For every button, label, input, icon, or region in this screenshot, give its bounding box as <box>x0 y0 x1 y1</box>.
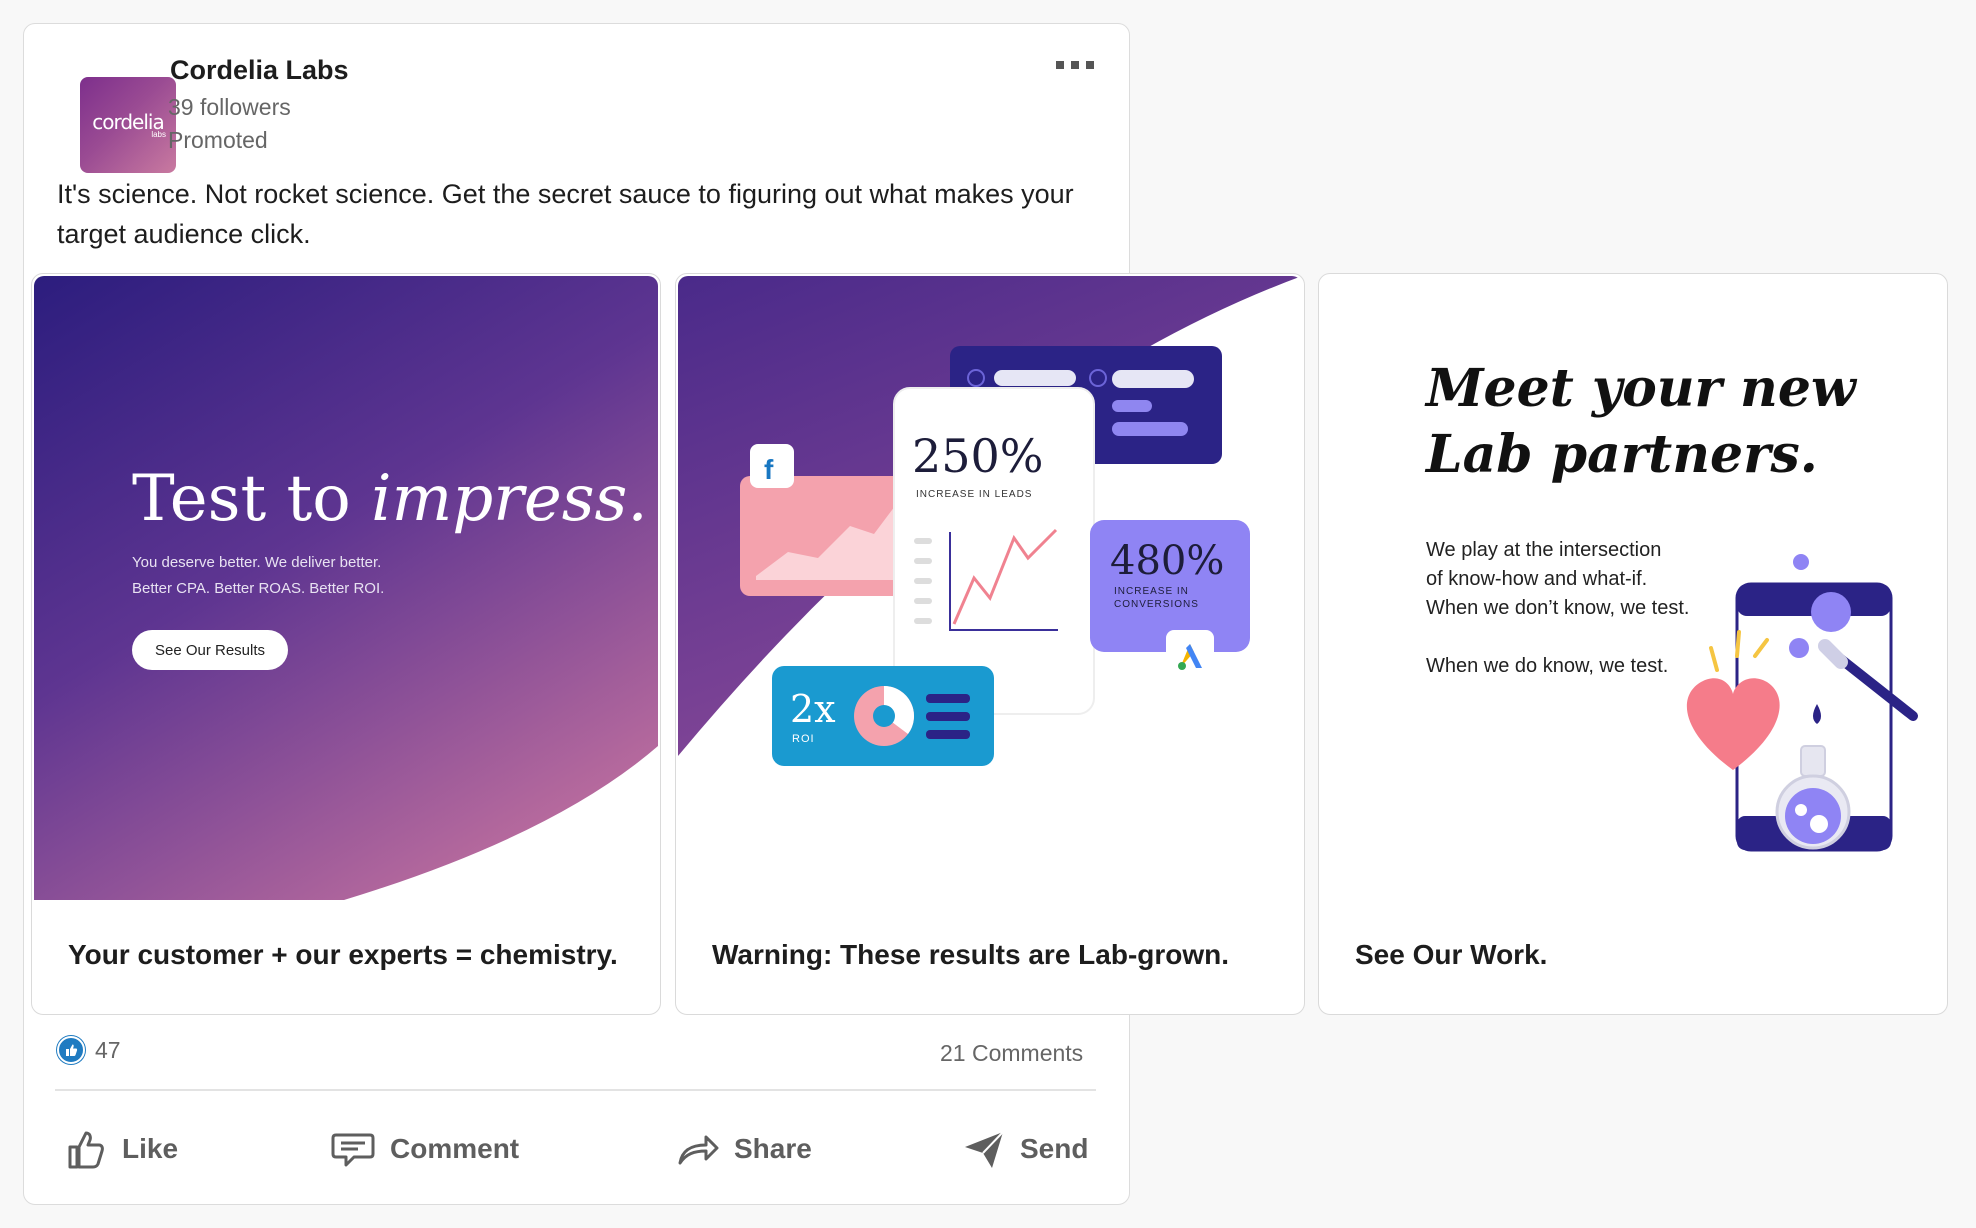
like-reaction-icon <box>57 1036 85 1064</box>
send-paper-plane-icon <box>965 1131 1004 1168</box>
card1-caption[interactable]: Your customer + our experts = chemistry. <box>68 939 618 971</box>
carousel-card-2[interactable]: f 250% INCREASE IN LEADS 480% INCREASE I… <box>675 273 1305 1015</box>
body-line-3: When we don’t know, we test. <box>1426 597 1690 619</box>
carousel-card-3[interactable]: Meet your new Lab partners. We play at t… <box>1318 273 1948 1015</box>
send-button[interactable]: Send <box>962 1120 1088 1178</box>
stat-main: 250% <box>912 429 1044 483</box>
company-name[interactable]: Cordelia Labs <box>170 55 349 86</box>
card1-body-1: You deserve better. We deliver better. <box>132 554 382 571</box>
see-our-results-button[interactable]: See Our Results <box>132 630 288 670</box>
reaction-summary[interactable]: 47 <box>57 1036 121 1064</box>
carousel-card-1[interactable]: Test to impress. You deserve better. We … <box>31 273 661 1015</box>
stat-roi-label: ROI <box>792 733 815 745</box>
company-logo[interactable]: cordelia labs <box>80 77 176 173</box>
card3-body: We play at the intersection of know-how … <box>1426 536 1689 681</box>
svg-text:f: f <box>764 454 774 485</box>
stat-side-label-1: INCREASE IN <box>1114 586 1189 597</box>
like-label: Like <box>122 1133 179 1164</box>
card2-caption[interactable]: Warning: These results are Lab-grown. <box>712 939 1229 971</box>
send-label: Send <box>1020 1133 1089 1164</box>
divider <box>55 1089 1096 1091</box>
headline-part-b: impress. <box>371 462 648 536</box>
comment-label: Comment <box>390 1133 520 1164</box>
card3-caption[interactable]: See Our Work. <box>1355 939 1547 971</box>
more-options-icon[interactable] <box>1056 56 1102 74</box>
logo-wordmark: cordelia <box>92 109 164 134</box>
post-text: It's science. Not rocket science. Get th… <box>57 179 1074 249</box>
comment-icon <box>331 1133 375 1167</box>
card1-body-2: Better CPA. Better ROAS. Better ROI. <box>132 580 385 597</box>
headline-line-2: Lab partners. <box>1426 424 1818 485</box>
comments-count[interactable]: 21 Comments <box>940 1040 1083 1067</box>
thumbs-up-icon <box>68 1131 104 1169</box>
share-arrow-icon <box>678 1135 719 1165</box>
stat-main-label: INCREASE IN LEADS <box>916 489 1032 500</box>
card3-headline: Meet your new Lab partners. <box>1426 356 1856 488</box>
comment-button[interactable]: Comment <box>330 1120 519 1178</box>
follower-count: 39 followers <box>168 94 291 120</box>
like-button[interactable]: Like <box>64 1120 178 1178</box>
carousel-image-1[interactable]: Test to impress. You deserve better. We … <box>34 276 658 900</box>
results-dashboard-graphic: f 250% INCREASE IN LEADS 480% INCREASE I… <box>678 276 1302 900</box>
headline-line-1: Meet your new <box>1426 358 1856 419</box>
stat-side-label-2: CONVERSIONS <box>1114 599 1199 610</box>
share-label: Share <box>734 1133 812 1164</box>
carousel-image-2[interactable]: f 250% INCREASE IN LEADS 480% INCREASE I… <box>678 276 1302 900</box>
logo-subtext: labs <box>151 129 166 139</box>
stat-side: 480% <box>1110 538 1224 584</box>
body-line-1: We play at the intersection <box>1426 539 1662 561</box>
carousel-image-3[interactable]: Meet your new Lab partners. We play at t… <box>1321 276 1945 900</box>
share-button[interactable]: Share <box>676 1120 812 1178</box>
headline-part-a: Test to <box>132 462 372 536</box>
body-line-2: of know-how and what-if. <box>1426 568 1648 590</box>
promoted-label: Promoted <box>168 127 268 153</box>
reaction-count: 47 <box>95 1036 121 1063</box>
stat-roi: 2x <box>790 687 836 731</box>
card1-headline: Test to impress. <box>132 462 648 536</box>
body-line-4: When we do know, we test. <box>1426 655 1669 677</box>
